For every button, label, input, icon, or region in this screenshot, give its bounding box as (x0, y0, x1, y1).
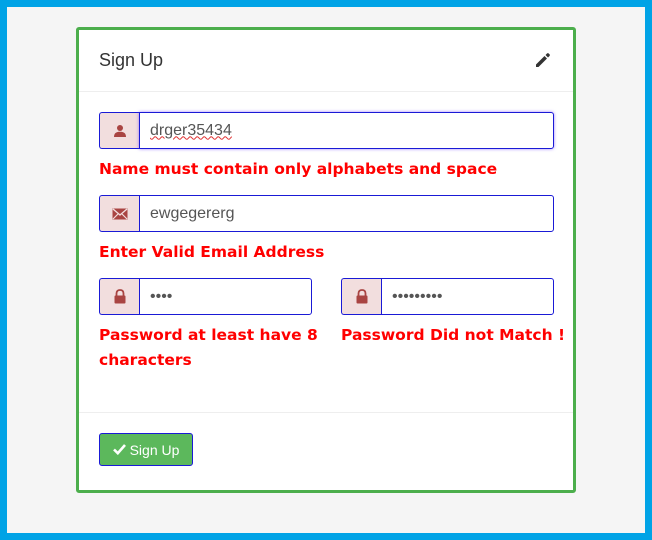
email-error-message: Enter Valid Email Address (99, 243, 325, 261)
sign-up-button[interactable]: Sign Up (99, 433, 193, 466)
checkmark-icon (112, 442, 126, 458)
pencil-icon[interactable] (533, 50, 553, 70)
password-input-group (99, 278, 312, 315)
email-input[interactable] (139, 195, 554, 232)
signup-panel: Sign Up Name must contain only alphabets… (76, 27, 576, 493)
name-input[interactable] (139, 112, 554, 149)
lock-icon (99, 278, 139, 315)
name-input-group (99, 112, 554, 149)
password-error-message: Password at least have 8 characters (99, 326, 318, 369)
panel-header: Sign Up (79, 30, 573, 92)
envelope-icon (99, 195, 139, 232)
confirm-password-input-group (341, 278, 554, 315)
password-input[interactable] (139, 278, 312, 315)
email-input-group (99, 195, 554, 232)
name-error-message: Name must contain only alphabets and spa… (99, 160, 498, 178)
confirm-password-error-message: Password Did not Match ! (341, 326, 566, 344)
panel-title: Sign Up (99, 50, 164, 70)
confirm-password-input[interactable] (381, 278, 554, 315)
panel-footer: Sign Up (79, 412, 573, 490)
lock-icon (341, 278, 381, 315)
user-icon (99, 112, 139, 149)
sign-up-button-label: Sign Up (129, 441, 180, 458)
